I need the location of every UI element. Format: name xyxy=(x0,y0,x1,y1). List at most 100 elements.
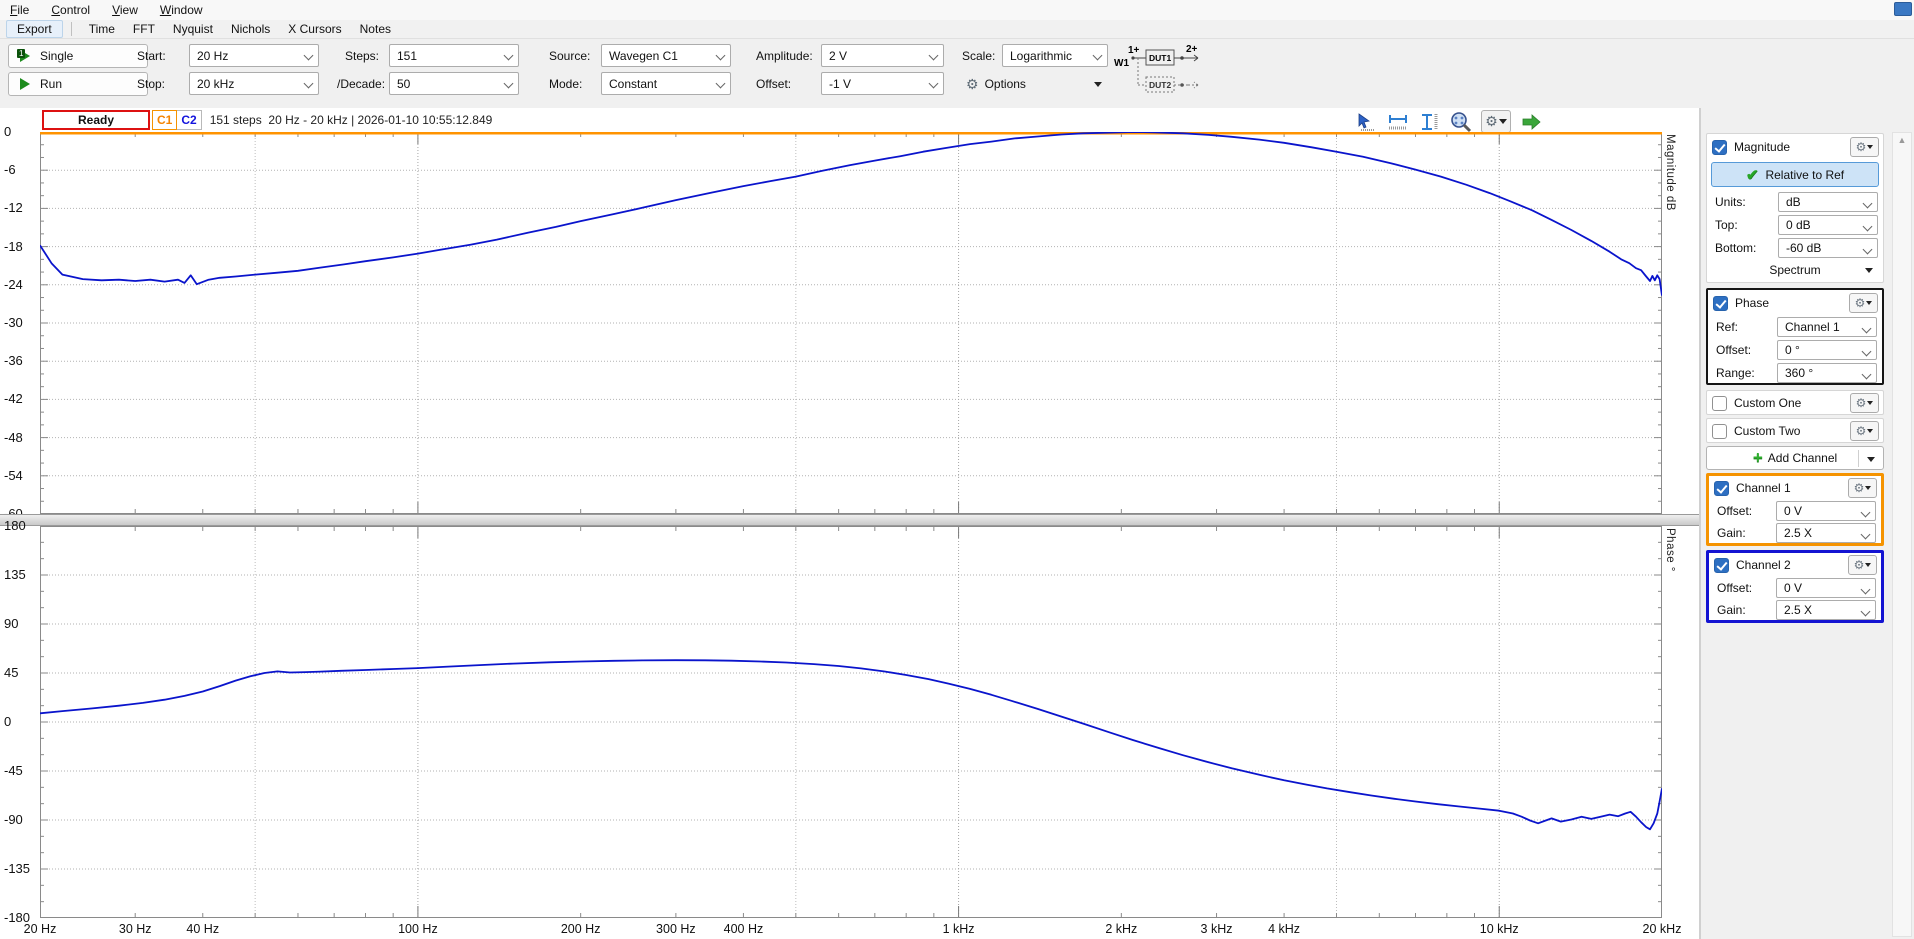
gear-icon: ⚙ xyxy=(1854,481,1865,495)
start-combo[interactable]: 20 Hz xyxy=(189,44,319,67)
tab-time[interactable]: Time xyxy=(80,21,124,37)
x-tick-label: 20 kHz xyxy=(1643,922,1682,936)
vertical-measure-icon[interactable] xyxy=(1419,112,1441,132)
phase-checkbox[interactable] xyxy=(1713,296,1728,311)
phase-plot[interactable] xyxy=(40,526,1662,918)
dropdown-caret-icon xyxy=(1865,563,1871,567)
options-button[interactable]: ⚙ Options xyxy=(960,72,1108,96)
plot-options-gear-button[interactable]: ⚙ xyxy=(1481,110,1511,133)
menu-window[interactable]: Window xyxy=(160,3,203,17)
horizontal-measure-icon[interactable] xyxy=(1386,112,1410,132)
ref-combo[interactable]: Channel 1 xyxy=(1777,317,1877,337)
green-arrow-icon[interactable] xyxy=(1520,114,1542,130)
pointer-tool-icon[interactable] xyxy=(1355,112,1377,132)
y-tick-label: 135 xyxy=(4,567,26,582)
plot-status-strip: Ready C1 C2 151 steps 20 Hz - 20 kHz | 2… xyxy=(0,108,1700,132)
button-divider xyxy=(1858,450,1859,467)
stop-combo[interactable]: 20 kHz xyxy=(189,72,319,95)
magnitude-checkbox[interactable] xyxy=(1712,140,1727,155)
spectrum-dropdown[interactable]: Spectrum xyxy=(1707,259,1883,280)
chevron-down-icon xyxy=(504,79,514,89)
custom-two-gear-button[interactable]: ⚙ xyxy=(1850,421,1879,441)
channel2-offset-combo[interactable]: 0 V xyxy=(1776,578,1876,598)
magnitude-gear-button[interactable]: ⚙ xyxy=(1850,137,1879,157)
svg-text:DUT2: DUT2 xyxy=(1149,80,1171,90)
svg-text:W1: W1 xyxy=(1114,58,1129,69)
chevron-down-icon xyxy=(1861,530,1871,540)
steps-combo[interactable]: 151 xyxy=(389,44,519,67)
tab-nichols[interactable]: Nichols xyxy=(222,21,279,37)
add-channel-button[interactable]: + Add Channel xyxy=(1706,446,1884,470)
top-combo[interactable]: 0 dB xyxy=(1778,215,1878,235)
tab-nyquist[interactable]: Nyquist xyxy=(164,21,222,37)
channel1-gain-combo[interactable]: 2.5 X xyxy=(1776,523,1876,543)
range-combo[interactable]: 360 ° xyxy=(1777,363,1877,383)
panel-scrollbar[interactable]: ▲ xyxy=(1892,132,1912,937)
menu-view[interactable]: View xyxy=(112,3,138,17)
custom-one-group: Custom One ⚙ xyxy=(1706,390,1884,415)
custom-two-checkbox[interactable] xyxy=(1712,424,1727,439)
tab-export[interactable]: Export xyxy=(6,20,63,38)
x-tick-label: 3 kHz xyxy=(1201,922,1233,936)
svg-text:1+: 1+ xyxy=(1128,45,1140,56)
channel2-checkbox[interactable] xyxy=(1714,558,1729,573)
channel2-tab[interactable]: C2 xyxy=(177,110,201,130)
source-label: Source: xyxy=(549,44,590,68)
magnitude-plot[interactable] xyxy=(40,132,1662,514)
x-tick-label: 100 Hz xyxy=(398,922,438,936)
y-tick-label: 0 xyxy=(4,714,11,729)
zoom-icon[interactable] xyxy=(1450,111,1472,133)
source-combo[interactable]: Wavegen C1 xyxy=(601,44,731,67)
channel2-gear-button[interactable]: ⚙ xyxy=(1848,555,1877,575)
channel1-group-label: Channel 1 xyxy=(1736,481,1791,495)
channel1-offset-combo[interactable]: 0 V xyxy=(1776,501,1876,521)
x-tick-label: 20 Hz xyxy=(24,922,57,936)
menu-file[interactable]: File xyxy=(10,3,29,17)
channel1-offset-label: Offset: xyxy=(1717,504,1776,518)
per-decade-combo[interactable]: 50 xyxy=(389,72,519,95)
amplitude-combo[interactable]: 2 V xyxy=(821,44,944,67)
bottom-combo[interactable]: -60 dB xyxy=(1778,238,1878,258)
custom-one-checkbox[interactable] xyxy=(1712,396,1727,411)
channel1-tab[interactable]: C1 xyxy=(152,110,177,130)
channel2-gain-label: Gain: xyxy=(1717,603,1776,617)
chevron-down-icon xyxy=(929,79,939,89)
channel1-group: Channel 1 ⚙ Offset:0 V Gain:2.5 X xyxy=(1706,473,1884,546)
dropdown-caret-icon xyxy=(1499,119,1507,124)
dropdown-caret-icon xyxy=(1865,268,1873,273)
channel1-checkbox[interactable] xyxy=(1714,481,1729,496)
x-tick-label: 10 kHz xyxy=(1480,922,1519,936)
tab-notes[interactable]: Notes xyxy=(351,21,400,37)
x-tick-label: 400 Hz xyxy=(724,922,764,936)
y-tick-label: -36 xyxy=(4,353,23,368)
scale-combo[interactable]: Logarithmic xyxy=(1002,44,1108,67)
mode-combo[interactable]: Constant xyxy=(601,72,731,95)
plot-splitter-handle[interactable] xyxy=(0,514,1700,526)
dropdown-caret-icon xyxy=(1867,457,1875,462)
single-button[interactable]: 1 Single xyxy=(8,44,148,68)
custom-one-gear-button[interactable]: ⚙ xyxy=(1850,393,1879,413)
offset-combo[interactable]: -1 V xyxy=(821,72,944,95)
tab-x-cursors[interactable]: X Cursors xyxy=(279,21,350,37)
chevron-down-icon xyxy=(716,79,726,89)
custom-two-group: Custom Two ⚙ xyxy=(1706,418,1884,443)
chevron-down-icon xyxy=(1862,323,1872,333)
menu-control[interactable]: Control xyxy=(51,3,90,17)
y-tick-label: -42 xyxy=(4,391,23,406)
channel2-gain-combo[interactable]: 2.5 X xyxy=(1776,600,1876,620)
tab-fft[interactable]: FFT xyxy=(124,21,164,37)
run-button[interactable]: Run xyxy=(8,72,148,96)
units-label: Units: xyxy=(1715,195,1778,209)
units-combo[interactable]: dB xyxy=(1778,192,1878,212)
dropdown-caret-icon xyxy=(1094,82,1102,87)
y-tick-label: 0 xyxy=(4,124,11,139)
phase-gear-button[interactable]: ⚙ xyxy=(1849,293,1878,313)
channel1-gain-label: Gain: xyxy=(1717,526,1776,540)
phase-offset-combo[interactable]: 0 ° xyxy=(1777,340,1877,360)
relative-to-ref-button[interactable]: ✔ Relative to Ref xyxy=(1711,162,1879,187)
channel1-gear-button[interactable]: ⚙ xyxy=(1848,478,1877,498)
y-tick-label: -30 xyxy=(4,315,23,330)
window-control-icon[interactable] xyxy=(1894,2,1912,16)
acquisition-toolbar: 1 Single Start: 20 Hz Steps: 151 Source:… xyxy=(0,39,1914,109)
scale-label: Scale: xyxy=(962,44,995,68)
